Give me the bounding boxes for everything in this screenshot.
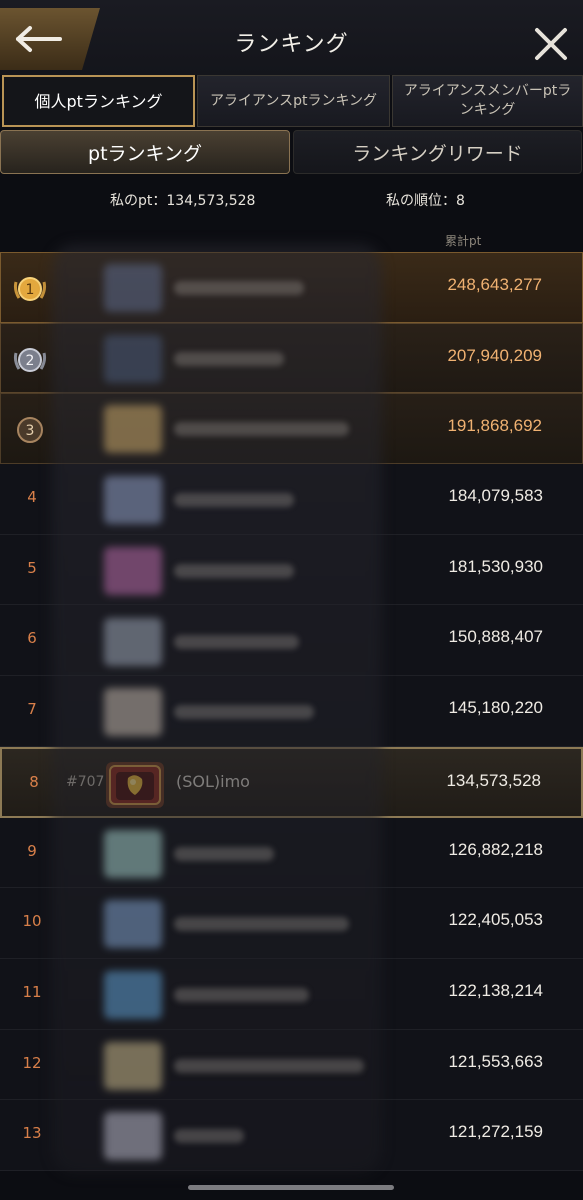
blurred-name bbox=[174, 422, 349, 437]
blurred-avatar bbox=[104, 264, 162, 312]
row-points: 122,138,214 bbox=[448, 980, 543, 1000]
blurred-name bbox=[174, 705, 314, 720]
home-indicator bbox=[188, 1185, 394, 1190]
row-rank: 8 bbox=[29, 772, 39, 791]
svg-text:1: 1 bbox=[26, 282, 35, 298]
blurred-avatar bbox=[104, 1041, 162, 1090]
sub-tabs: ptランキング ランキングリワード bbox=[0, 130, 583, 174]
subtab-label: ptランキング bbox=[88, 142, 202, 165]
tab-alliance-pt[interactable]: アライアンスptランキング bbox=[197, 75, 390, 127]
subtab-pt-ranking[interactable]: ptランキング bbox=[0, 130, 290, 174]
table-row[interactable]: 2 207,940,209 bbox=[0, 322, 583, 394]
row-rank: 7 bbox=[27, 700, 37, 719]
blurred-name bbox=[174, 1058, 364, 1073]
subtab-label: ランキングリワード bbox=[352, 142, 523, 165]
row-rank: 12 bbox=[22, 1053, 42, 1072]
bronze-medal-icon: 3 bbox=[17, 417, 43, 444]
avatar bbox=[106, 761, 164, 808]
tab-alliance-member-pt[interactable]: アライアンスメンバーptランキング bbox=[392, 75, 583, 127]
column-header: 累計pt bbox=[0, 232, 583, 252]
row-points: 134,573,528 bbox=[446, 770, 541, 790]
blurred-avatar bbox=[104, 334, 162, 383]
blurred-name bbox=[174, 988, 309, 1002]
row-points: 121,553,663 bbox=[448, 1051, 543, 1071]
blurred-name bbox=[174, 351, 284, 366]
gold-medal-icon: 1 bbox=[13, 277, 47, 301]
my-stats: 私のpt：134,573,528 私の順位：8 bbox=[0, 190, 583, 214]
row-points: 145,180,220 bbox=[448, 698, 543, 718]
tab-label: アライアンスメンバーptランキング bbox=[403, 83, 572, 118]
row-rank: 10 bbox=[22, 912, 42, 931]
tab-personal-pt[interactable]: 個人ptランキング bbox=[2, 75, 195, 127]
my-rank-label: 私の順位：8 bbox=[386, 193, 465, 209]
blurred-name bbox=[174, 634, 299, 649]
svg-text:2: 2 bbox=[26, 353, 35, 369]
row-rank: 9 bbox=[27, 841, 37, 860]
ranking-type-tabs: 個人ptランキング アライアンスptランキング アライアンスメンバーptランキン… bbox=[0, 75, 583, 127]
blurred-name bbox=[174, 563, 294, 578]
row-points: 122,405,053 bbox=[448, 910, 543, 930]
blurred-avatar bbox=[104, 900, 162, 949]
blurred-name bbox=[174, 846, 274, 861]
row-points: 207,940,209 bbox=[447, 345, 542, 365]
table-row[interactable]: 13 121,272,159 bbox=[0, 1100, 583, 1171]
blurred-avatar bbox=[104, 617, 162, 666]
row-rank: 4 bbox=[27, 488, 37, 507]
column-pt-label: 累計pt bbox=[445, 234, 482, 248]
blurred-avatar bbox=[104, 546, 162, 595]
blurred-name bbox=[174, 917, 349, 932]
row-points: 248,643,277 bbox=[447, 275, 542, 294]
page-title: ランキング bbox=[234, 32, 349, 57]
row-points: 121,272,159 bbox=[448, 1122, 543, 1142]
blurred-avatar bbox=[104, 1112, 162, 1161]
my-pt-label: 私のpt：134,573,528 bbox=[110, 193, 256, 209]
row-alliance-tag: #707 bbox=[66, 773, 105, 790]
blurred-name bbox=[174, 281, 304, 295]
table-row-mine[interactable]: 8 #707 (SOL)imo 134,573,528 bbox=[0, 746, 583, 818]
row-rank: 13 bbox=[22, 1124, 42, 1143]
tab-label: アライアンスptランキング bbox=[209, 92, 378, 109]
row-points: 181,530,930 bbox=[448, 556, 543, 576]
close-icon[interactable] bbox=[533, 26, 569, 62]
subtab-ranking-reward[interactable]: ランキングリワード bbox=[293, 130, 582, 174]
blurred-avatar bbox=[104, 476, 162, 525]
row-rank: 5 bbox=[27, 558, 37, 577]
row-points: 191,868,692 bbox=[447, 416, 542, 436]
blurred-avatar bbox=[104, 829, 162, 878]
blurred-avatar bbox=[104, 971, 162, 1019]
table-row[interactable]: 9 126,882,218 bbox=[0, 817, 583, 889]
svg-text:3: 3 bbox=[26, 423, 35, 439]
row-player-name: (SOL)imo bbox=[176, 771, 250, 791]
blurred-avatar bbox=[104, 405, 162, 454]
blurred-avatar bbox=[104, 688, 162, 737]
blurred-name bbox=[174, 1129, 244, 1144]
row-rank: 11 bbox=[22, 982, 42, 1001]
header-bar: ランキング bbox=[0, 0, 583, 75]
tab-label: 個人ptランキング bbox=[34, 91, 163, 111]
blurred-name bbox=[174, 493, 294, 508]
row-points: 184,079,583 bbox=[448, 486, 543, 506]
silver-medal-icon: 2 bbox=[13, 347, 47, 372]
row-points: 150,888,407 bbox=[448, 627, 543, 647]
row-points: 126,882,218 bbox=[448, 839, 543, 859]
row-rank: 6 bbox=[27, 629, 37, 648]
